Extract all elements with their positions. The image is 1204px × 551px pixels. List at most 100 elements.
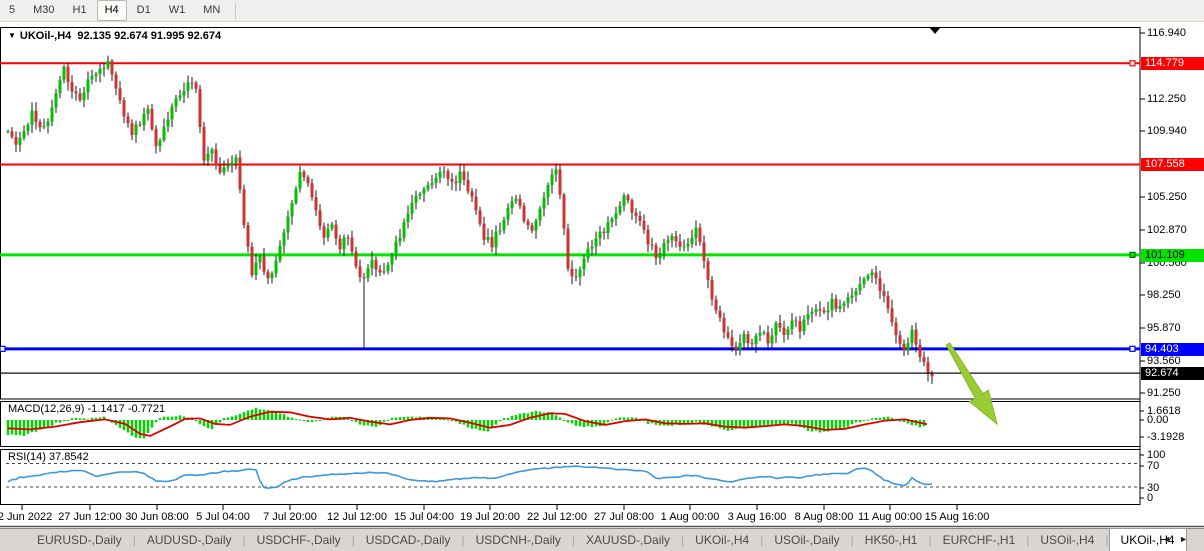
price-tick: 91.250 [1147,387,1181,399]
candle [699,228,702,243]
candle [235,158,238,163]
candle [891,308,894,322]
macd-hist-bar [623,417,626,420]
candle [383,271,386,272]
macd-hist-bar [159,418,162,420]
line-handle[interactable] [1130,61,1135,66]
macd-hist-bar [727,420,730,431]
candle [639,216,642,221]
line-handle[interactable] [0,346,5,351]
candle [691,238,694,244]
chevron-down-icon[interactable]: ▼ [8,31,16,40]
macd-hist-bar [295,419,298,420]
macd-hist-bar [55,420,58,422]
chart-canvas[interactable] [0,0,1204,551]
candle [215,149,218,165]
date-label: 5 Jul 04:00 [196,511,250,523]
candle [759,333,762,336]
macd-hist-bar [35,420,38,432]
macd-hist-bar [79,418,82,420]
chart-symbol: UKOil-,H4 [20,30,71,42]
macd-hist-bar [619,417,622,420]
macd-hist-bar [759,420,762,426]
candle [35,111,38,122]
macd-hist-bar [347,419,350,420]
candle [359,266,362,277]
macd-hist-bar [563,420,566,421]
candle [755,336,758,345]
line-handle[interactable] [1130,252,1135,257]
candle [815,309,818,312]
macd-hist-bar [51,420,54,426]
candle [715,299,718,310]
candle [739,343,742,350]
macd-hist-bar [299,419,302,420]
price-badge: 114.779 [1141,57,1204,70]
price-tick: 102.870 [1147,224,1187,236]
macd-hist-bar [831,420,834,430]
macd-hist-bar [311,420,314,422]
candle [11,131,14,137]
macd-hist-bar [607,420,610,422]
macd-hist-bar [251,410,254,420]
macd-hist-bar [559,418,562,420]
candle [779,323,782,328]
candle [27,125,30,131]
date-label: 8 Aug 08:00 [795,511,854,523]
candle [507,208,510,220]
candle [595,238,598,247]
macd-hist-bar [19,420,22,435]
candle [407,214,410,222]
macd-hist-bar [839,420,842,430]
candle [787,329,790,335]
macd-hist-bar [787,420,790,424]
candle [795,321,798,322]
macd-hist-bar [147,420,150,433]
macd-hist-bar [755,420,758,426]
candle [99,69,102,74]
candle [675,236,678,241]
candle [835,299,838,309]
macd-hist-bar [87,419,90,420]
candle [719,311,722,318]
macd-hist-bar [747,420,750,427]
date-label: 12 Jul 12:00 [327,511,387,523]
candle [467,180,470,191]
macd-hist-bar [879,418,882,420]
tab-scroll-left-icon[interactable]: ◄ [1162,534,1179,544]
candle [631,200,634,212]
macd-hist-bar [731,420,734,430]
candle [459,172,462,184]
candle [607,222,610,233]
rsi-label: RSI(14) 37.8542 [8,451,89,463]
candle [471,191,474,196]
candle [923,357,926,362]
candle [71,82,74,91]
date-label: 15 Jul 04:00 [394,511,454,523]
date-label: 27 Jun 12:00 [58,511,122,523]
tab-scroll-right-icon[interactable]: ► [1179,534,1196,544]
candle [811,312,814,314]
macd-hist-bar [863,420,866,421]
chart-title: ▼UKOil-,H4 92.135 92.674 91.995 92.674 [8,30,221,42]
candle [643,221,646,230]
macd-hist-bar [763,420,766,425]
candle [831,299,834,311]
macd-hist-bar [71,418,74,420]
date-label: 30 Jun 08:00 [125,511,189,523]
line-handle[interactable] [1130,346,1135,351]
candle [539,209,542,221]
candle [799,321,802,331]
candle [399,238,402,242]
macd-hist-bar [307,420,310,422]
candle [915,330,918,345]
candle [635,213,638,216]
candle [7,131,10,132]
candle [323,226,326,237]
macd-hist-bar [275,412,278,420]
macd-hist-bar [319,420,322,421]
macd-hist-bar [847,420,850,427]
macd-hist-bar [883,417,886,420]
macd-hist-bar [771,420,774,425]
candle [695,228,698,238]
